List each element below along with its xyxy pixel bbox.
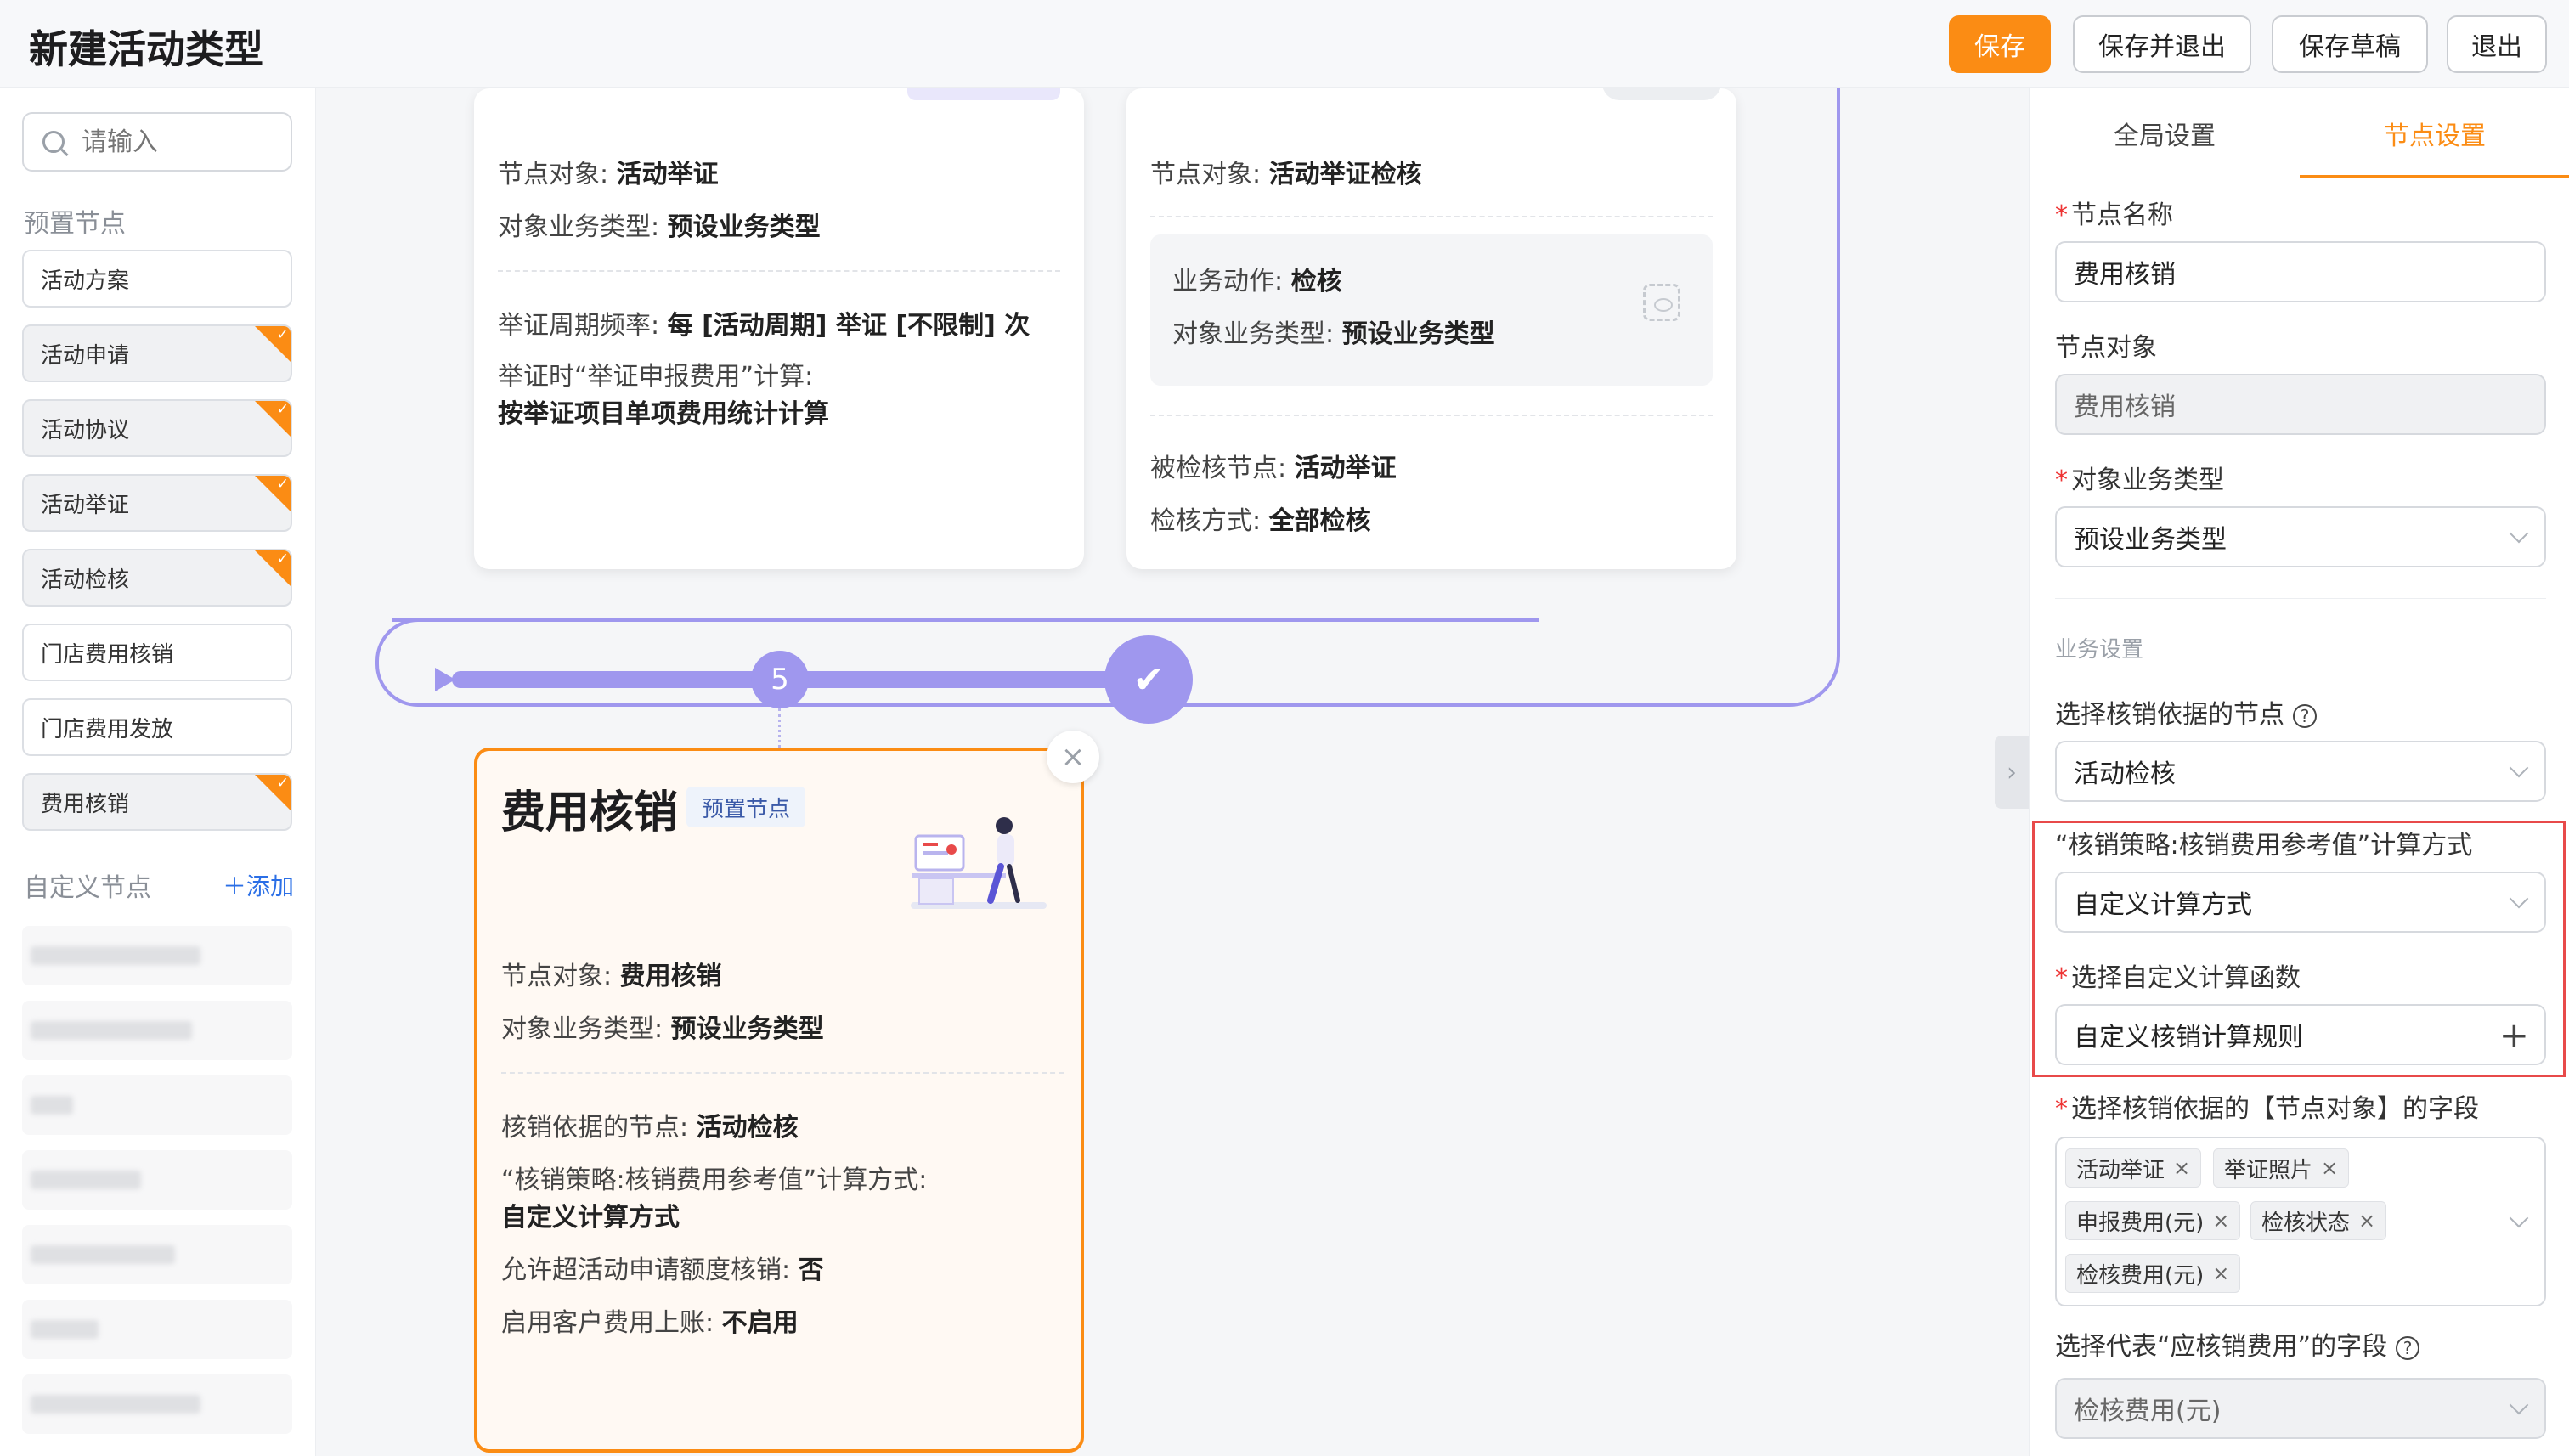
- tag-close-icon[interactable]: ×: [2358, 1209, 2375, 1233]
- preset-node-item[interactable]: 门店费用核销: [22, 624, 292, 681]
- save-and-exit-button[interactable]: 保存并退出: [2073, 15, 2251, 73]
- node-object-input: 费用核销: [2055, 374, 2546, 435]
- fee-field-select[interactable]: 检核费用(元): [2055, 1378, 2546, 1439]
- exit-button[interactable]: 退出: [2447, 15, 2547, 73]
- step-number: 5: [751, 651, 809, 708]
- chevron-right-icon[interactable]: ›: [1995, 736, 2029, 809]
- person-at-desk-illustration-icon: [911, 817, 1047, 909]
- biz-type-select[interactable]: 预设业务类型: [2055, 506, 2546, 567]
- custom-node-item[interactable]: [22, 1001, 292, 1060]
- preview-eye-icon[interactable]: [1643, 284, 1680, 321]
- flow-connector: [392, 618, 1539, 622]
- check-corner-icon: [255, 476, 291, 511]
- chevron-down-icon: [2509, 523, 2529, 544]
- preset-node-item[interactable]: 活动举证: [22, 474, 292, 532]
- chevron-down-icon: [2509, 1208, 2529, 1228]
- tag-close-icon[interactable]: ×: [2212, 1261, 2229, 1285]
- search-box[interactable]: [22, 112, 292, 172]
- check-corner-icon: [255, 326, 291, 362]
- basis-node-label: 选择核销依据的节点?: [2055, 693, 2317, 731]
- header-bar: 新建活动类型 保存 保存并退出 保存草稿 退出: [0, 0, 2569, 88]
- custom-node-item[interactable]: [22, 1300, 292, 1359]
- close-icon[interactable]: ×: [1047, 731, 1099, 783]
- save-button[interactable]: 保存: [1949, 15, 2051, 73]
- arrow-right-icon: [435, 668, 455, 691]
- preset-node-item[interactable]: 门店费用发放: [22, 698, 292, 756]
- tab-node-settings[interactable]: 节点设置: [2300, 88, 2569, 178]
- fields-label: * 选择核销依据的【节点对象】的字段: [2055, 1094, 2479, 1124]
- active-tab-indicator: [2300, 175, 2569, 178]
- save-draft-button[interactable]: 保存草稿: [2272, 15, 2428, 73]
- search-icon: [42, 131, 65, 153]
- field-tag: 举证照片 ×: [2213, 1148, 2350, 1188]
- tag-close-icon[interactable]: ×: [2212, 1209, 2229, 1233]
- check-corner-icon: [255, 550, 291, 586]
- check-corner-icon: [255, 401, 291, 437]
- fields-multi-select[interactable]: 活动举证 × 举证照片 × 申报费用(元) × 检核状态 × 检核费用(元) ×: [2055, 1137, 2546, 1306]
- add-custom-node-link[interactable]: ＋添加: [223, 868, 294, 902]
- illustration-icon: [1602, 88, 1721, 100]
- custom-node-item[interactable]: [22, 1150, 292, 1210]
- node-card-fee-writeoff[interactable]: 费用核销 预置节点 节点对象: 费用核销 对象业务类型: 预设业务类型 核销依据…: [474, 748, 1084, 1453]
- biz-type-label: * 对象业务类型: [2055, 466, 2224, 495]
- step-complete-icon: ✔: [1104, 635, 1193, 724]
- settings-panel: 全局设置 节点设置 * 节点名称 费用核销 节点对象 费用核销 * 对象业务类型 预…: [2029, 88, 2569, 1456]
- field-tag: 检核费用(元) ×: [2065, 1254, 2241, 1293]
- flow-canvas[interactable]: 5 ✔ 节点对象: 活动举证 对象业务类型: 预设业务类型 举证周期频率: 每 …: [316, 88, 2029, 1456]
- check-corner-icon: [255, 775, 291, 810]
- custom-node-item[interactable]: [22, 1225, 292, 1284]
- node-name-label: * 节点名称: [2055, 200, 2173, 230]
- preset-node-badge: 预置节点: [686, 787, 806, 827]
- preset-node-item[interactable]: 活动协议: [22, 399, 292, 457]
- flow-connector: [1837, 88, 1840, 564]
- step-connector: [778, 708, 781, 748]
- node-card-title: 费用核销: [501, 787, 679, 838]
- preset-node-item[interactable]: 活动方案: [22, 250, 292, 308]
- biz-settings-section: 业务设置: [2055, 637, 2144, 663]
- preset-node-item[interactable]: 活动检核: [22, 549, 292, 607]
- basis-node-select[interactable]: 活动检核: [2055, 741, 2546, 802]
- tag-close-icon[interactable]: ×: [2173, 1156, 2190, 1180]
- custom-node-item[interactable]: [22, 1374, 292, 1434]
- node-card-activity-proof[interactable]: 节点对象: 活动举证 对象业务类型: 预设业务类型 举证周期频率: 每 [活动周…: [474, 88, 1084, 569]
- chevron-down-icon: [2509, 1395, 2529, 1415]
- illustration-icon: [907, 88, 1060, 100]
- field-tag: 检核状态 ×: [2250, 1201, 2387, 1240]
- help-icon[interactable]: ?: [2396, 1335, 2420, 1360]
- custom-nodes-label: 自定义节点: [24, 873, 151, 903]
- chevron-down-icon: [2509, 758, 2529, 778]
- field-tag: 申报费用(元) ×: [2065, 1201, 2241, 1240]
- tag-close-icon[interactable]: ×: [2321, 1156, 2338, 1180]
- tab-global-settings[interactable]: 全局设置: [2030, 88, 2300, 178]
- business-action-box: 业务动作: 检核 对象业务类型: 预设业务类型: [1150, 234, 1713, 386]
- preset-node-item[interactable]: 活动申请: [22, 324, 292, 382]
- custom-node-item[interactable]: [22, 1075, 292, 1135]
- node-sidebar: 预置节点 活动方案 活动申请 活动协议 活动举证 活动检核 门店费用核销 门店费…: [0, 88, 316, 1456]
- field-tag: 活动举证 ×: [2065, 1148, 2202, 1188]
- search-input[interactable]: [82, 127, 277, 157]
- page-title: 新建活动类型: [29, 26, 263, 72]
- highlight-annotation-box: [2032, 821, 2566, 1077]
- node-name-input[interactable]: 费用核销: [2055, 241, 2546, 302]
- preset-nodes-label: 预置节点: [24, 209, 126, 239]
- help-icon[interactable]: ?: [2293, 703, 2317, 728]
- custom-node-item[interactable]: [22, 926, 292, 985]
- preset-node-item[interactable]: 费用核销: [22, 773, 292, 831]
- flow-connector: [375, 618, 1539, 707]
- fee-field-label: 选择代表“应核销费用”的字段?: [2055, 1325, 2420, 1363]
- node-object-label: 节点对象: [2055, 333, 2157, 363]
- node-card-activity-check[interactable]: 节点对象: 活动举证检核 业务动作: 检核 对象业务类型: 预设业务类型 被检核…: [1126, 88, 1736, 569]
